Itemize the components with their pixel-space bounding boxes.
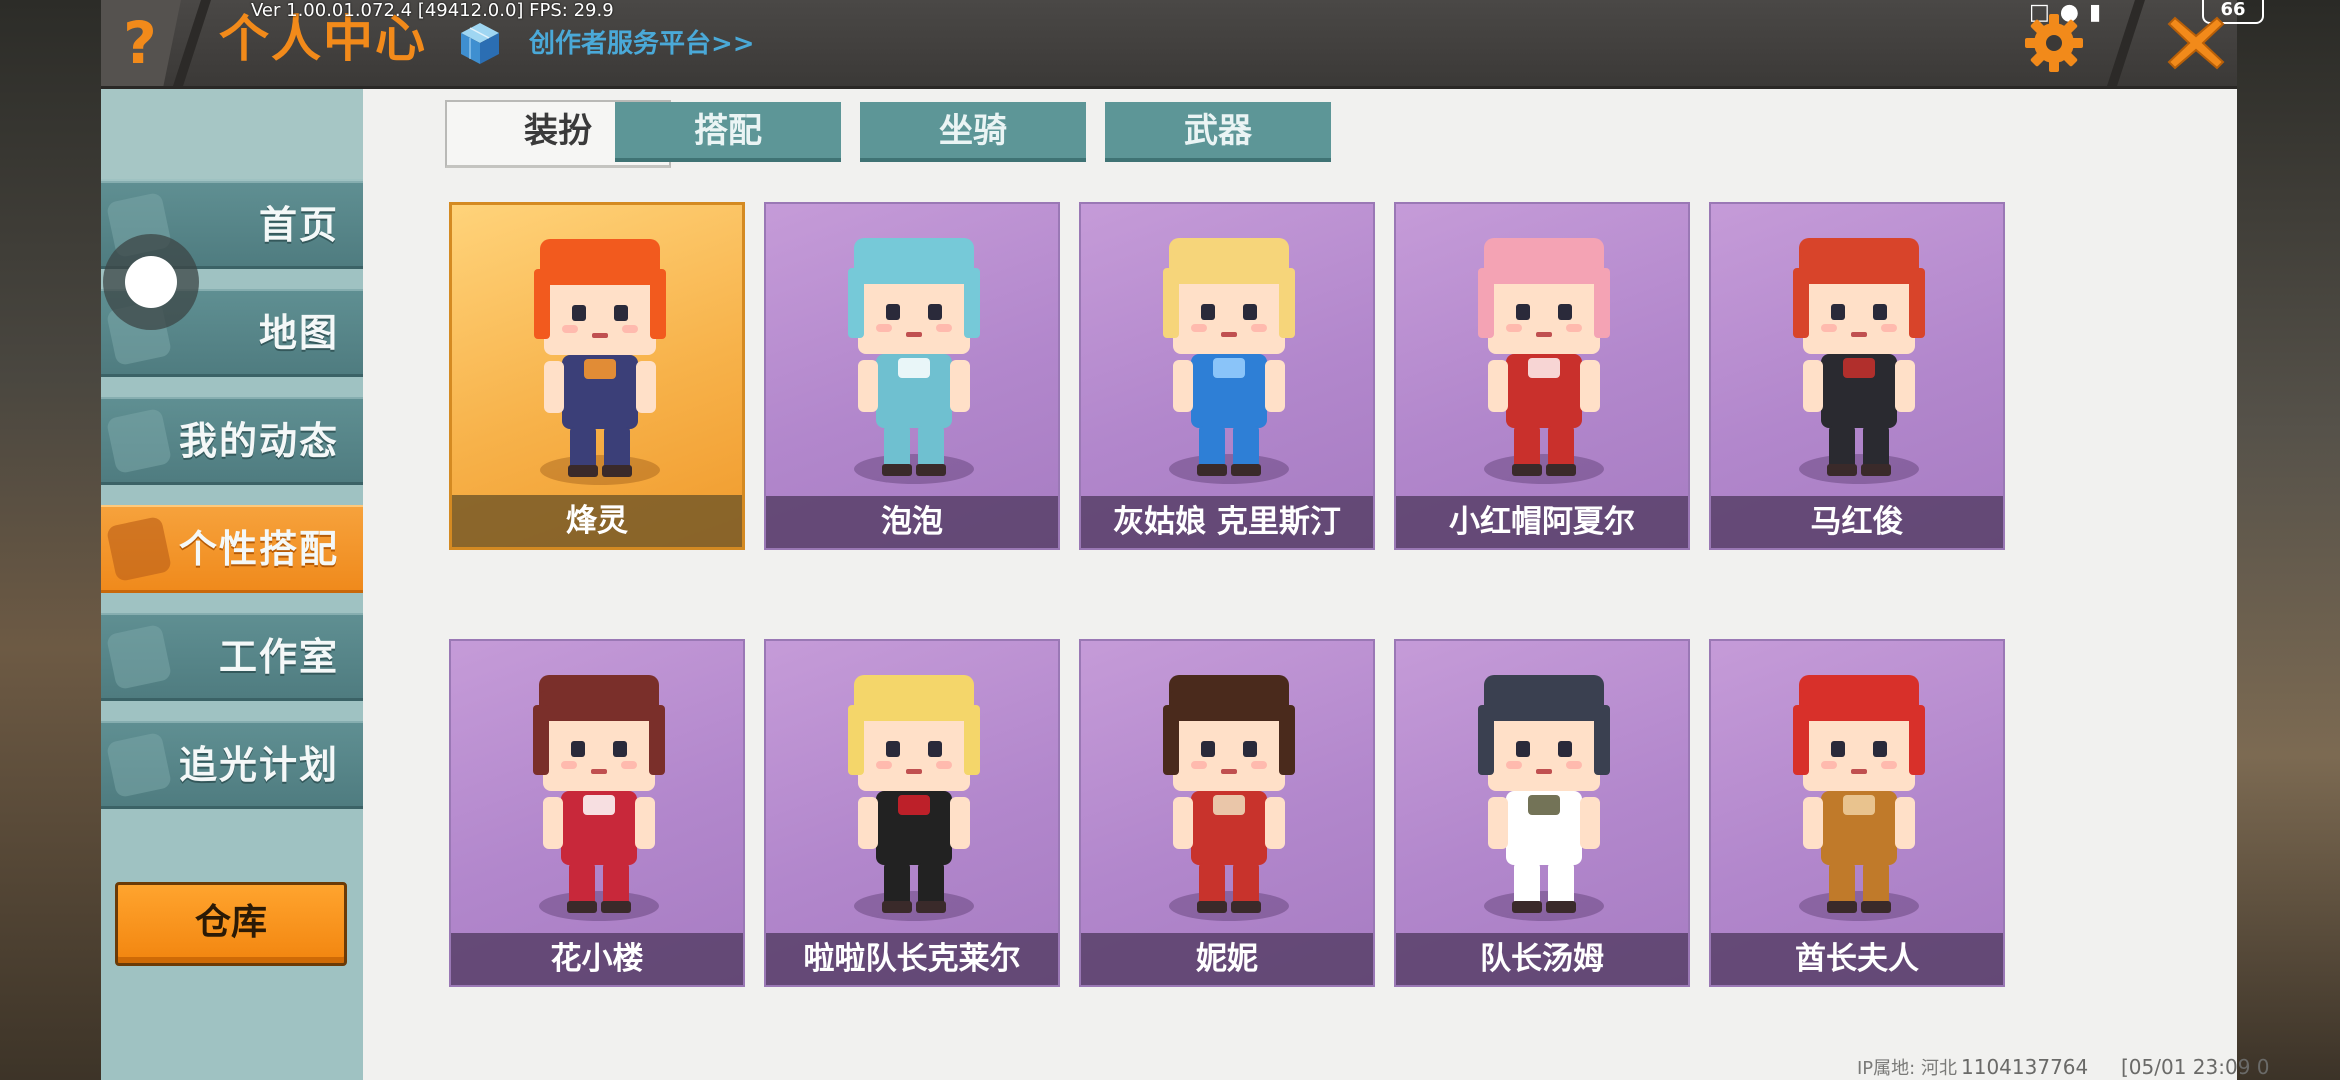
skin-card[interactable]: 马红俊 [1709, 202, 2005, 550]
tab-weapons[interactable]: 武器 [1105, 102, 1331, 162]
game-backdrop-left [0, 0, 101, 1080]
sidebar-header [101, 89, 363, 179]
character-portrait [1163, 675, 1295, 913]
skin-name: 小红帽阿夏尔 [1396, 496, 1688, 548]
skin-name: 队长汤姆 [1396, 933, 1688, 985]
skin-card[interactable]: 泡泡 [764, 202, 1060, 550]
content-area: 装扮 搭配 坐骑 武器 烽灵 泡泡 灰姑娘 克里斯汀 小红帽阿夏尔 马红俊 花小楼 啦啦队长… [363, 89, 2237, 1080]
skin-name: 灰姑娘 克里斯汀 [1081, 496, 1373, 548]
help-icon[interactable]: ? [115, 8, 165, 78]
creator-cube-icon[interactable] [457, 20, 503, 66]
skin-name: 烽灵 [452, 495, 742, 547]
sidebar-item-personal-style[interactable]: 个性搭配 [101, 505, 363, 593]
character-portrait [1478, 238, 1610, 476]
sidebar-item-my-updates[interactable]: 我的动态 [101, 397, 363, 485]
skin-name: 花小楼 [451, 933, 743, 985]
debug-overlay: Ver 1.00.01.072.4 [49412.0.0] FPS: 29.9 [251, 0, 614, 21]
floating-assist-button[interactable] [103, 234, 199, 330]
sidebar-item-label: 个性搭配 [178, 527, 339, 571]
sidebar-item-label: 追光计划 [178, 743, 339, 787]
warehouse-button[interactable]: 仓库 [115, 882, 347, 966]
creator-platform-link[interactable]: 创作者服务平台>> [529, 26, 755, 62]
skin-name: 泡泡 [766, 496, 1058, 548]
skin-card[interactable]: 小红帽阿夏尔 [1394, 202, 1690, 550]
header-divider [173, 0, 211, 86]
sidebar-item-label: 工作室 [218, 635, 339, 679]
gear-icon[interactable] [2021, 10, 2087, 76]
skin-card[interactable]: 酋长夫人 [1709, 639, 2005, 987]
avatar-icon [105, 515, 173, 583]
personal-center-panel: ? 个人中心 创作者服务平台>> □●▮ 66 Ver 1.00.01.072.… [101, 0, 2270, 1080]
header-divider [2107, 0, 2145, 86]
skin-name: 酋长夫人 [1711, 933, 2003, 985]
skin-card[interactable]: 灰姑娘 克里斯汀 [1079, 202, 1375, 550]
sidebar-item-label: 首页 [258, 203, 339, 247]
skin-name: 啦啦队长克莱尔 [766, 933, 1058, 985]
sidebar-item-studio[interactable]: 工作室 [101, 613, 363, 701]
character-portrait [848, 675, 980, 913]
skin-name: 妮妮 [1081, 933, 1373, 985]
character-portrait [534, 239, 666, 477]
user-id-label: 1104137764 [1961, 1055, 2089, 1079]
close-icon[interactable] [2165, 12, 2227, 74]
bell-icon [105, 407, 173, 475]
sidebar-item-label: 地图 [258, 311, 339, 355]
tab-outfit-sets[interactable]: 搭配 [615, 102, 841, 162]
character-portrait [1793, 675, 1925, 913]
timestamp-label: [05/01 23:09 0 [2121, 1055, 2270, 1079]
floating-assist-dot [125, 256, 177, 308]
character-portrait [1478, 675, 1610, 913]
character-portrait [533, 675, 665, 913]
skin-card[interactable]: 花小楼 [449, 639, 745, 987]
character-portrait [1793, 238, 1925, 476]
character-portrait [848, 238, 980, 476]
sidebar-item-label: 我的动态 [178, 419, 339, 463]
skin-card[interactable]: 队长汤姆 [1394, 639, 1690, 987]
skin-card[interactable]: 妮妮 [1079, 639, 1375, 987]
tree-icon [105, 623, 173, 691]
game-backdrop-right [2237, 0, 2340, 1080]
skin-name: 马红俊 [1711, 496, 2003, 548]
sidebar-item-light-chasing-plan[interactable]: 追光计划 [101, 721, 363, 809]
skin-card[interactable]: 烽灵 [449, 202, 745, 550]
tab-mounts[interactable]: 坐骑 [860, 102, 1086, 162]
ip-location-label: IP属地: 河北 [1857, 1058, 1957, 1079]
skin-card[interactable]: 啦啦队长克莱尔 [764, 639, 1060, 987]
character-portrait [1163, 238, 1295, 476]
badge-icon [105, 731, 173, 799]
top-bar: ? 个人中心 创作者服务平台>> □●▮ 66 Ver 1.00.01.072.… [101, 0, 2264, 89]
